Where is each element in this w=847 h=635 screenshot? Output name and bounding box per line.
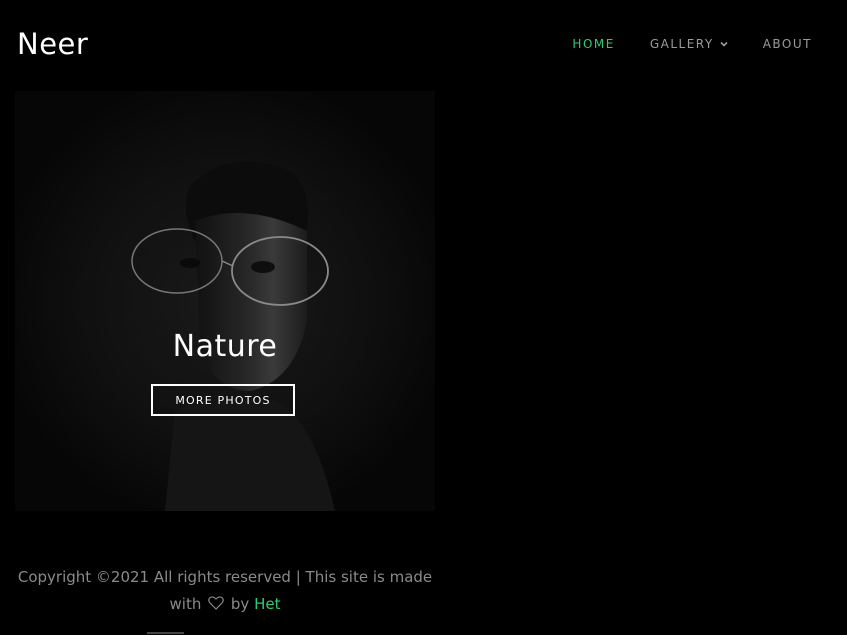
nav-item-label: GALLERY [649,37,714,51]
nav-item-about[interactable]: ABOUT [763,35,812,53]
hero-card: Nature MORE PHOTOS [15,91,435,511]
nav-item-label: HOME [572,37,615,51]
hero-portrait-image [15,91,435,511]
divider [147,632,184,634]
page: Neer HOME GALLERY ABOUT Nature MORE PHOT… [0,0,847,635]
nav-item-home[interactable]: HOME [572,35,614,53]
footer-author-link[interactable]: Het [254,595,280,613]
footer: Copyright ©2021 All rights reserved | Th… [15,564,435,618]
chevron-down-icon [720,41,728,47]
heart-icon [208,596,224,610]
hero-title: Nature [172,329,278,364]
nav-item-label: ABOUT [762,37,812,51]
main-nav: HOME GALLERY ABOUT [537,35,812,53]
more-photos-button[interactable]: MORE PHOTOS [151,384,295,416]
footer-copyright-text: Copyright ©2021 All rights reserved | Th… [17,568,433,613]
footer-by-text: by [230,595,250,613]
site-logo[interactable]: Neer [17,24,88,64]
nav-item-gallery[interactable]: GALLERY [650,35,728,53]
